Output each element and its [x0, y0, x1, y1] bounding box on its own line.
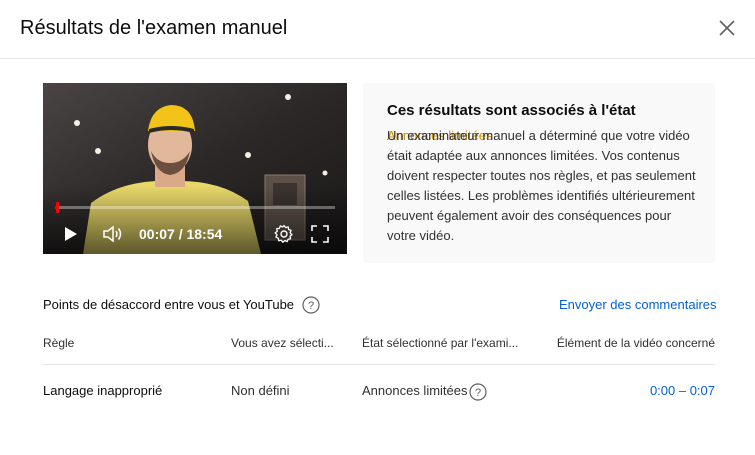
volume-icon [103, 225, 122, 243]
time-separator: / [174, 226, 187, 242]
cell-you-selected: Non défini [231, 383, 290, 398]
review-info-panel: Ces résultats sont associés à l'état Ann… [363, 83, 715, 263]
table-divider [43, 364, 715, 365]
time-current: 00:07 [139, 226, 175, 242]
fullscreen-button[interactable] [309, 223, 331, 245]
disagreement-label: Points de désaccord entre vous et YouTub… [43, 297, 295, 312]
info-heading: Ces résultats sont associés à l'état [387, 102, 636, 119]
volume-button[interactable] [101, 223, 125, 245]
play-button[interactable] [61, 223, 81, 245]
help-icon: ? [469, 383, 487, 401]
progress-bar[interactable] [55, 202, 335, 213]
close-button[interactable] [714, 15, 740, 41]
time-display: 00:07 / 18:54 [139, 225, 222, 244]
cell-reviewer-state: Annonces limitées [362, 383, 468, 398]
video-player[interactable]: 00:07 / 18:54 [43, 83, 347, 254]
manual-review-dialog: Résultats de l'examen manuel 00:07 / 18:… [0, 0, 755, 455]
column-header-you-selected: Vous avez sélecti... [231, 336, 334, 350]
gear-icon [274, 224, 293, 243]
progress-scrubber[interactable] [55, 202, 59, 213]
info-body: Un examinateur manuel a déterminé que vo… [387, 128, 696, 243]
column-header-video-segment: Élément de la vidéo concerné [556, 336, 715, 350]
cell-video-segment-link[interactable]: 0:00 – 0:07 [650, 382, 715, 400]
svg-text:?: ? [308, 300, 314, 312]
help-button[interactable]: ? [302, 296, 320, 314]
play-icon [65, 227, 77, 241]
reviewer-state-help-button[interactable]: ? [469, 383, 487, 401]
svg-text:?: ? [475, 387, 481, 399]
dialog-header: Résultats de l'examen manuel [0, 0, 755, 59]
send-feedback-link[interactable]: Envoyer des commentaires [559, 296, 717, 314]
fullscreen-icon [311, 225, 329, 243]
help-icon: ? [302, 296, 320, 314]
close-icon [719, 20, 735, 36]
settings-button[interactable] [273, 223, 295, 245]
dialog-title: Résultats de l'examen manuel [20, 17, 288, 39]
cell-rule: Langage inapproprié [43, 383, 163, 398]
column-header-rule: Règle [43, 336, 75, 350]
time-total: 18:54 [186, 226, 223, 242]
column-header-reviewer-state: État sélectionné par l'exami... [362, 336, 519, 350]
